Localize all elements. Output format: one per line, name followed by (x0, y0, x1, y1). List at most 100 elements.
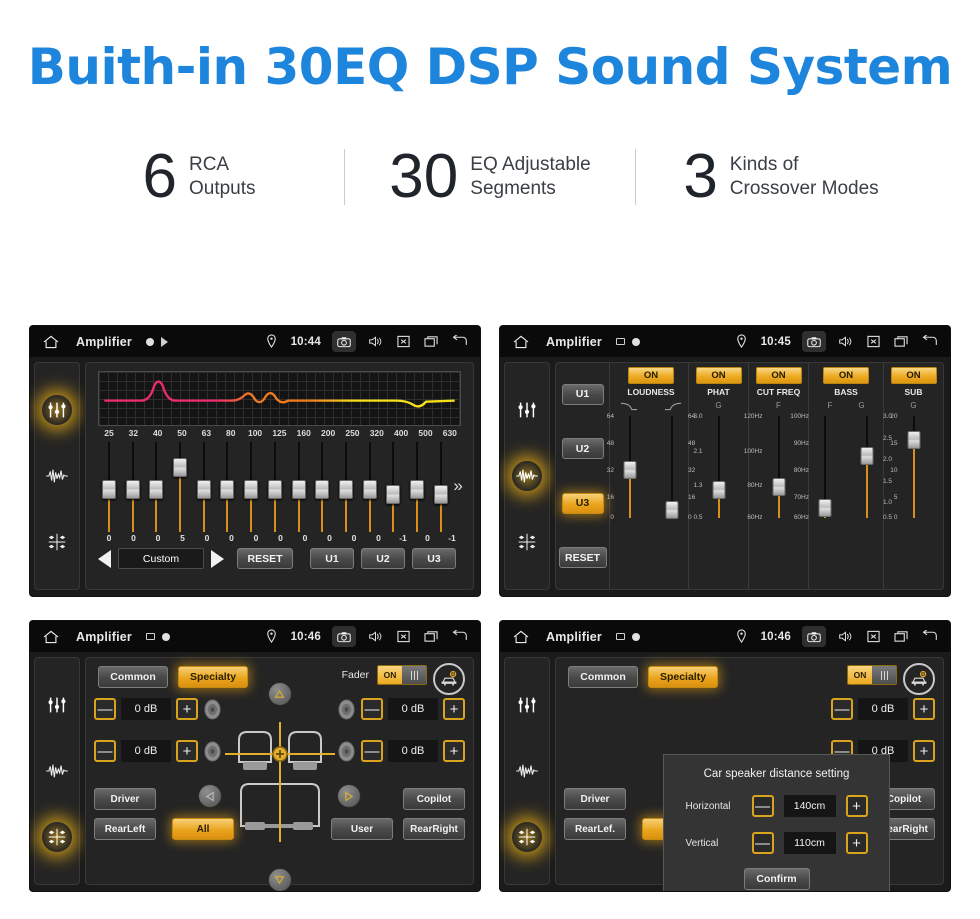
eq-slider[interactable] (406, 440, 428, 534)
equalizer-icon[interactable] (512, 395, 542, 425)
waveform-icon[interactable] (42, 756, 72, 786)
close-box-icon[interactable] (865, 334, 882, 349)
position-user-button[interactable]: User (331, 818, 393, 840)
down-arrow-icon[interactable] (267, 868, 292, 891)
tab-common[interactable]: Common (98, 666, 168, 688)
home-icon[interactable] (42, 630, 60, 644)
increase-button[interactable]: + (443, 698, 465, 720)
position-all-button[interactable]: All (172, 818, 234, 840)
car-settings-icon[interactable] (903, 663, 935, 695)
reset-button[interactable]: RESET (558, 547, 607, 569)
preset-u2-button[interactable]: U2 (361, 548, 405, 569)
eq-slider[interactable] (193, 440, 215, 534)
increase-button[interactable]: + (176, 698, 198, 720)
position-copilot-button[interactable]: Copilot (403, 788, 465, 810)
band-slider[interactable]: 3.0 2.5 2.0 1.5 1.0 0.5 (851, 413, 892, 521)
camera-icon[interactable] (802, 331, 826, 352)
equalizer-icon[interactable] (42, 690, 72, 720)
left-arrow-icon[interactable] (198, 784, 222, 808)
tab-specialty[interactable]: Specialty (178, 666, 248, 688)
volume-icon[interactable] (837, 334, 854, 349)
eq-slider[interactable] (122, 440, 144, 534)
home-icon[interactable] (512, 630, 530, 644)
band-slider[interactable]: 100Hz 90Hz 80Hz 70Hz 60Hz (790, 413, 841, 521)
equalizer-icon[interactable] (42, 395, 72, 425)
decrease-button[interactable]: — (751, 795, 774, 817)
waveform-icon[interactable] (42, 461, 72, 491)
band-slider[interactable]: 64 48 32 16 0 (607, 413, 646, 521)
close-box-icon[interactable] (395, 629, 412, 644)
decrease-button[interactable]: — (361, 740, 383, 762)
preset-u1-button[interactable]: U1 (561, 383, 604, 405)
back-arrow-icon[interactable] (921, 629, 938, 644)
preset-u1-button[interactable]: U1 (310, 548, 354, 569)
increase-button[interactable]: + (443, 740, 465, 762)
balance-icon[interactable] (42, 527, 72, 557)
increase-button[interactable]: + (845, 832, 868, 854)
eq-slider[interactable] (264, 440, 286, 534)
recents-icon[interactable] (423, 334, 440, 349)
preset-u3-button[interactable]: U3 (412, 548, 456, 569)
volume-icon[interactable] (367, 334, 384, 349)
band-toggle[interactable]: ON (628, 367, 674, 384)
camera-icon[interactable] (802, 626, 826, 647)
eq-slider[interactable] (359, 440, 381, 534)
decrease-button[interactable]: — (831, 698, 853, 720)
back-arrow-icon[interactable] (921, 334, 938, 349)
position-driver-button[interactable]: Driver (564, 788, 626, 810)
eq-slider[interactable] (311, 440, 333, 534)
recents-icon[interactable] (893, 629, 910, 644)
waveform-icon[interactable] (512, 461, 542, 491)
home-icon[interactable] (512, 335, 530, 349)
volume-icon[interactable] (367, 629, 384, 644)
prev-arrow-icon[interactable] (98, 549, 111, 568)
band-toggle[interactable]: ON (890, 367, 937, 384)
balance-icon[interactable] (42, 822, 72, 852)
eq-slider[interactable] (335, 440, 357, 534)
back-arrow-icon[interactable] (451, 629, 468, 644)
eq-slider[interactable] (98, 440, 120, 534)
band-slider[interactable]: 64 48 32 16 0 (656, 413, 695, 521)
position-rearright-button[interactable]: RearRight (403, 818, 465, 840)
eq-slider[interactable] (240, 440, 262, 534)
band-toggle[interactable]: ON (695, 367, 742, 384)
increase-button[interactable]: + (913, 740, 935, 762)
band-slider[interactable]: 20 15 10 5 0 (890, 413, 930, 521)
increase-button[interactable]: + (176, 740, 198, 762)
camera-icon[interactable] (332, 331, 356, 352)
band-toggle[interactable]: ON (823, 367, 869, 384)
decrease-button[interactable]: — (751, 832, 774, 854)
position-rearleft-button[interactable]: RearLef. (564, 818, 626, 840)
reset-button[interactable]: RESET (237, 548, 293, 569)
close-box-icon[interactable] (865, 629, 882, 644)
tab-common[interactable]: Common (568, 666, 638, 688)
preset-name[interactable]: Custom (118, 548, 204, 569)
eq-slider[interactable] (382, 440, 404, 534)
seat-diagram[interactable] (224, 722, 335, 842)
chevron-double-right-icon[interactable]: » (453, 476, 462, 496)
decrease-button[interactable]: — (94, 698, 116, 720)
position-driver-button[interactable]: Driver (94, 788, 156, 810)
eq-slider[interactable] (216, 440, 238, 534)
increase-button[interactable]: + (845, 795, 868, 817)
car-settings-icon[interactable] (433, 663, 465, 695)
home-icon[interactable] (42, 335, 60, 349)
equalizer-icon[interactable] (512, 690, 542, 720)
band-toggle[interactable]: ON (755, 367, 802, 384)
decrease-button[interactable]: — (94, 740, 116, 762)
balance-icon[interactable] (512, 527, 542, 557)
balance-icon[interactable] (512, 822, 542, 852)
decrease-button[interactable]: — (361, 698, 383, 720)
back-arrow-icon[interactable] (451, 334, 468, 349)
right-arrow-icon[interactable] (337, 784, 361, 808)
position-rearleft-button[interactable]: RearLeft (94, 818, 156, 840)
recents-icon[interactable] (893, 334, 910, 349)
eq-slider[interactable] (169, 440, 191, 534)
fader-toggle[interactable]: ON (377, 665, 427, 685)
increase-button[interactable]: + (913, 698, 935, 720)
volume-icon[interactable] (837, 629, 854, 644)
fader-toggle[interactable]: ON (847, 665, 897, 685)
recents-icon[interactable] (423, 629, 440, 644)
tab-specialty[interactable]: Specialty (648, 666, 718, 688)
eq-slider[interactable] (430, 440, 452, 534)
